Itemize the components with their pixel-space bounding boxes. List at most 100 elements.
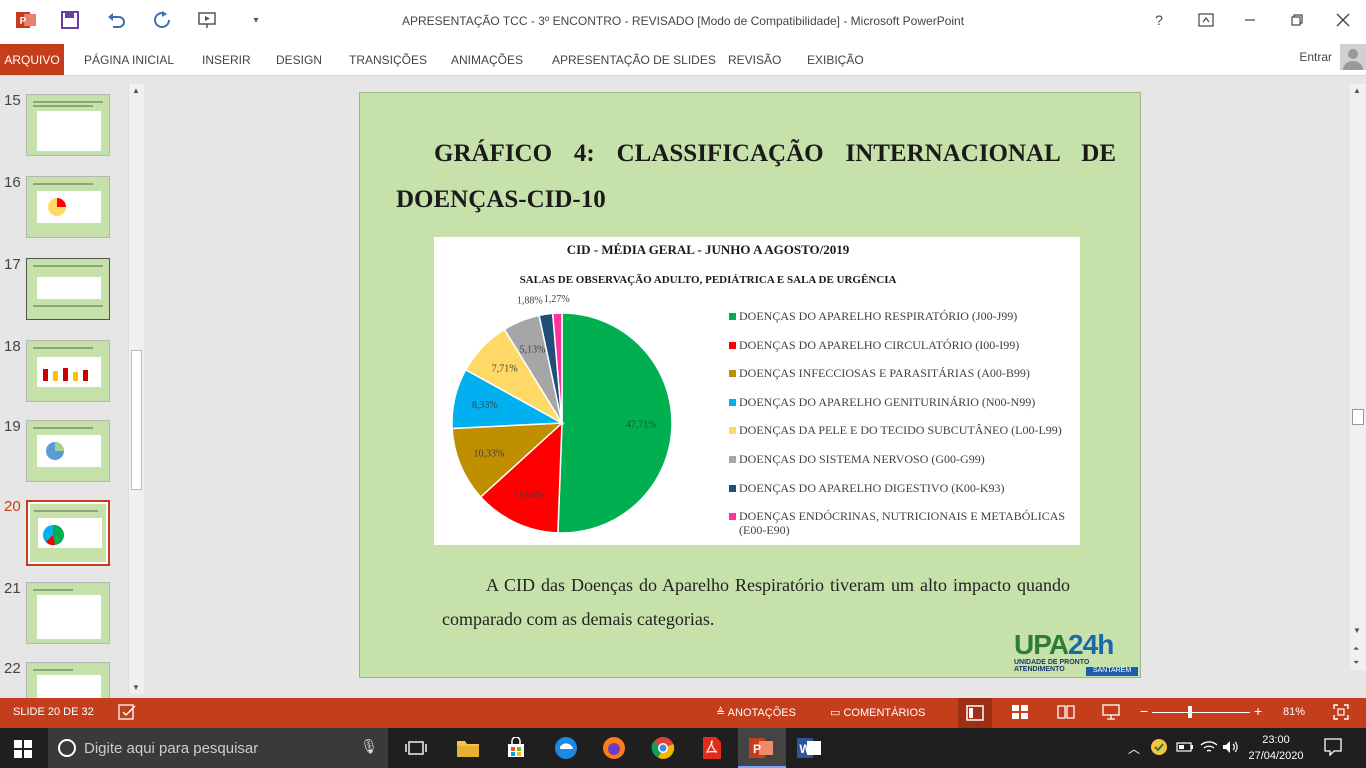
taskbar-search-box[interactable]: Digite aqui para pesquisar 🎙: [48, 728, 388, 768]
security-status-icon[interactable]: [1150, 738, 1168, 759]
pie-data-label: 1,27%: [544, 294, 570, 305]
volume-icon[interactable]: [1222, 740, 1240, 757]
scroll-up-icon[interactable]: ▲: [132, 86, 140, 95]
thumbnail-image: [26, 500, 110, 566]
zoom-out-button[interactable]: −: [1140, 703, 1148, 719]
normal-view-button[interactable]: [958, 698, 992, 728]
tab-revisao[interactable]: REVISÃO: [728, 53, 781, 67]
avatar[interactable]: [1340, 44, 1366, 70]
restore-button[interactable]: [1283, 8, 1311, 32]
thumbnail-number: 22: [4, 660, 21, 677]
tab-animacoes[interactable]: ANIMAÇÕES: [451, 53, 523, 67]
thumbnail-image: [26, 340, 110, 402]
thumbnail-number: 19: [4, 418, 21, 435]
slideshow-view-button[interactable]: [1102, 704, 1120, 723]
thumbnail-slide-18[interactable]: 18: [0, 338, 128, 404]
scroll-down-icon[interactable]: ▼: [1353, 626, 1361, 635]
thumbnail-image: [26, 94, 110, 156]
legend-swatch: [729, 455, 736, 463]
ribbon-display-options-icon[interactable]: [1192, 8, 1220, 32]
notes-button[interactable]: ≜ ANOTAÇÕES: [716, 706, 796, 719]
tab-transicoes[interactable]: TRANSIÇÕES: [349, 53, 427, 67]
editor-scrollbar[interactable]: ▲ ▼ ⏶ ⏷: [1350, 84, 1366, 670]
scroll-up-icon[interactable]: ▲: [1353, 86, 1361, 95]
thumbnail-image: [26, 662, 110, 698]
pie-plot-area: 47,71% 11,94% 10,33% 8,33% 7,71%5,13% 1,88% 1,…: [451, 294, 673, 534]
comments-button[interactable]: ▭ COMENTÁRIOS: [830, 706, 925, 719]
legend-swatch: [729, 427, 736, 435]
task-view-icon[interactable]: [402, 734, 430, 762]
fit-to-window-icon[interactable]: [1333, 704, 1349, 723]
thumbnail-image: [26, 258, 110, 320]
show-hidden-icons[interactable]: ︿: [1128, 740, 1140, 757]
windows-start-icon[interactable]: [14, 740, 32, 758]
thumbnail-scrollbar[interactable]: ▲ ▼: [128, 84, 144, 694]
legend-label: DOENÇAS DO APARELHO GENITURINÁRIO (N00-N…: [739, 394, 1036, 409]
thumbnail-number: 15: [4, 92, 21, 109]
slide-title[interactable]: GRÁFICO 4: CLASSIFICAÇÃO INTERNACIONAL D…: [396, 131, 1116, 223]
scrollbar-thumb[interactable]: [1352, 409, 1364, 425]
thumbnail-number: 17: [4, 256, 21, 273]
tab-design[interactable]: DESIGN: [276, 53, 322, 67]
pie-data-label: 10,33%: [473, 448, 504, 459]
next-slide-icon[interactable]: ⏷: [1353, 658, 1359, 668]
slide-canvas[interactable]: GRÁFICO 4: CLASSIFICAÇÃO INTERNACIONAL D…: [359, 92, 1141, 678]
slide-body-text[interactable]: A CID das Doenças do Aparelho Respiratór…: [442, 568, 1070, 636]
zoom-slider-thumb[interactable]: [1188, 706, 1192, 718]
legend-label: DOENÇAS DO APARELHO RESPIRATÓRIO (J00-J9…: [739, 309, 1018, 323]
legend-label: DOENÇAS DA PELE E DO TECIDO SUBCUTÂNEO (…: [739, 423, 1062, 438]
tab-inserir[interactable]: INSERIR: [202, 53, 251, 67]
tab-arquivo[interactable]: ARQUIVO: [0, 44, 64, 75]
spell-check-icon[interactable]: [118, 703, 138, 724]
zoom-level[interactable]: 81%: [1283, 706, 1305, 718]
minimize-button[interactable]: [1236, 8, 1264, 32]
taskbar-clock[interactable]: 23:00 27/04/2020: [1244, 732, 1308, 764]
tab-apresentacao-de-slides[interactable]: APRESENTAÇÃO DE SLIDES: [552, 53, 716, 67]
thumbnail-slide-22[interactable]: 22: [0, 660, 128, 698]
slide-sorter-button[interactable]: [1011, 704, 1029, 723]
file-explorer-icon[interactable]: [454, 734, 482, 762]
sign-in-link[interactable]: Entrar: [1299, 50, 1332, 64]
wifi-icon[interactable]: [1200, 740, 1218, 757]
firefox-icon[interactable]: [600, 734, 628, 762]
slide-counter: SLIDE 20 DE 32: [13, 706, 94, 718]
zoom-slider[interactable]: [1152, 712, 1250, 713]
thumbnail-slide-20[interactable]: 20: [0, 498, 128, 566]
thumbnail-slide-21[interactable]: 21: [0, 580, 128, 646]
help-button[interactable]: ?: [1145, 8, 1173, 32]
legend-label: DOENÇAS INFECCIOSAS E PARASITÁRIAS (A00-…: [739, 366, 1030, 381]
reading-view-button[interactable]: [1057, 704, 1075, 723]
legend-swatch: [729, 513, 736, 521]
word-icon[interactable]: W: [796, 734, 824, 762]
action-center-icon[interactable]: [1324, 738, 1342, 759]
legend-item: DOENÇAS DA PELE E DO TECIDO SUBCUTÂNEO (…: [727, 423, 1079, 452]
chrome-icon[interactable]: [649, 734, 677, 762]
ribbon-tabs: ARQUIVO PÁGINA INICIAL INSERIR DESIGN TR…: [0, 44, 1366, 76]
close-button[interactable]: [1329, 8, 1357, 32]
scrollbar-thumb[interactable]: [131, 350, 142, 490]
thumbnail-slide-16[interactable]: 16: [0, 174, 128, 240]
thumbnail-image: [26, 420, 110, 482]
microsoft-store-icon[interactable]: [502, 734, 530, 762]
legend-item: DOENÇAS DO SISTEMA NERVOSO (G00-G99): [727, 452, 1079, 481]
legend-swatch: [729, 484, 736, 492]
thumbnail-slide-17[interactable]: 17: [0, 256, 128, 322]
logo-number-text: 24h: [1068, 629, 1114, 660]
legend-swatch: [729, 370, 736, 378]
pie-data-label: 7,71%: [492, 363, 518, 374]
pie-chart[interactable]: CID - MÉDIA GERAL - JUNHO A AGOSTO/2019 …: [434, 237, 1080, 545]
edge-browser-icon[interactable]: [552, 734, 580, 762]
acrobat-reader-icon[interactable]: [698, 734, 726, 762]
tab-pagina-inicial[interactable]: PÁGINA INICIAL: [84, 53, 174, 67]
scroll-down-icon[interactable]: ▼: [132, 683, 140, 692]
logo-main-text: UPA: [1014, 629, 1069, 660]
zoom-in-button[interactable]: +: [1254, 703, 1262, 719]
powerpoint-taskbar-button[interactable]: P: [738, 728, 786, 768]
legend-swatch: [729, 313, 736, 320]
microphone-icon[interactable]: 🎙: [360, 738, 378, 755]
tab-exibicao[interactable]: EXIBIÇÃO: [807, 53, 864, 67]
thumbnail-slide-15[interactable]: 15: [0, 92, 128, 158]
previous-slide-icon[interactable]: ⏶: [1353, 644, 1359, 654]
thumbnail-slide-19[interactable]: 19: [0, 418, 128, 484]
battery-icon[interactable]: [1176, 740, 1194, 757]
